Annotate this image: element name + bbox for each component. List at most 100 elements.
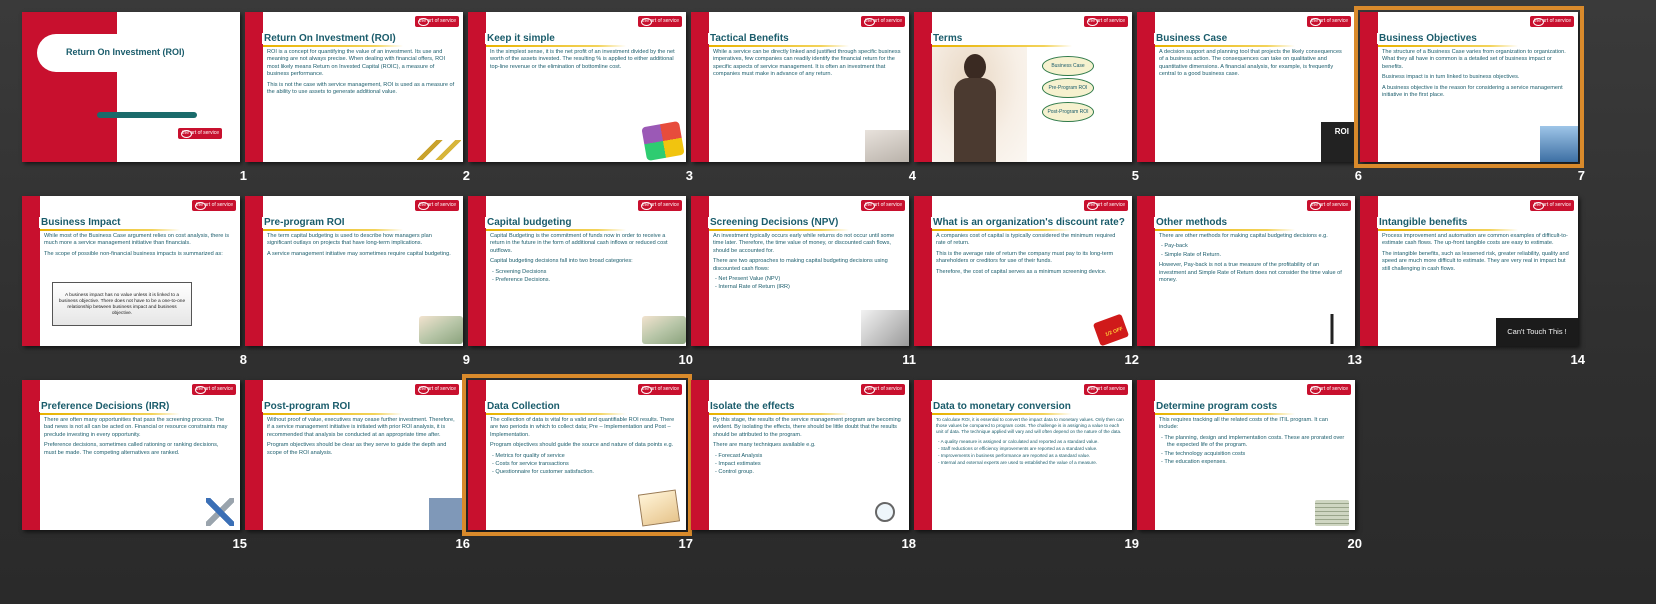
bullet-list: Metrics for quality of serviceCosts for … <box>490 453 678 477</box>
body-paragraph: A service management initiative may some… <box>267 250 451 257</box>
slide-body: Capital Budgeting is the commitment of f… <box>490 233 678 285</box>
bullet-item: Internal and external experts are used t… <box>941 460 1124 466</box>
woman-figure-body <box>954 78 996 162</box>
slide-thumbnail-4[interactable]: the art of service Tactical Benefits While… <box>691 12 909 162</box>
title-underline <box>1378 45 1518 47</box>
body-paragraph: A companies cost of capital is typically… <box>936 233 1116 247</box>
bullet-item: Pay-back <box>1164 243 1347 250</box>
slide-thumbnail-12[interactable]: the art of service What is an organizatio… <box>914 196 1132 346</box>
slide-thumbnail-18[interactable]: the art of service Isolate the effects By … <box>691 380 909 530</box>
slide-thumbnail-19[interactable]: the art of service Data to monetary conve… <box>914 380 1132 530</box>
slide-thumbnail-17[interactable]: the art of service Data Collection The col… <box>462 374 692 536</box>
office-building-picture <box>1540 126 1578 162</box>
slide-title: Return On Investment (ROI) <box>66 47 185 57</box>
bullet-list: Pay-back Simple Rate of Return. <box>1159 243 1347 259</box>
logo: the art of service <box>415 200 459 211</box>
roi-badge-text: ROI <box>1334 127 1349 136</box>
slide-body: Process improvement and automation are c… <box>1382 233 1570 276</box>
body-paragraph: The intangible benefits, such as lessene… <box>1382 250 1569 272</box>
title-underline <box>40 229 180 231</box>
bullet-item: Simple Rate of Return. <box>1164 252 1347 259</box>
puzzle-picture <box>641 120 685 162</box>
slide-number: 1 <box>239 168 247 183</box>
slide-red-sidebar <box>468 12 486 162</box>
slide-thumbnail-5[interactable]: the art of service Terms Business Case Pre-… <box>914 12 1132 162</box>
logo: the art of service <box>1307 16 1351 27</box>
slide-thumbnail-7[interactable]: the art of service Business Objectives The… <box>1354 6 1584 168</box>
slide-thumbnail-9[interactable]: the art of service Pre-program ROI The ter… <box>245 196 463 346</box>
slide-number: 17 <box>678 536 693 551</box>
slide-number: 10 <box>678 352 693 367</box>
slide-red-sidebar <box>1137 196 1155 346</box>
slide-thumbnail-6[interactable]: the art of service Business Case A decisio… <box>1137 12 1355 162</box>
slide-cell: the art of service Post-program ROI Withou… <box>245 380 470 555</box>
body-paragraph: There are many techniques available e.g. <box>713 442 816 449</box>
slide-thumbnail-2[interactable]: the art of service Return On Investment (… <box>245 12 463 162</box>
bullet-list: Screening DecisionsPreference Decisions. <box>490 269 678 285</box>
slide-title: Post-program ROI <box>262 401 353 412</box>
slide-number: 12 <box>1124 352 1139 367</box>
slide-cell: the art of service Terms Business Case Pre-… <box>914 12 1139 187</box>
body-paragraph: Without proof of value, executives may c… <box>267 417 455 438</box>
body-paragraph: The structure of a Business Case varies … <box>1382 49 1566 70</box>
body-paragraph: There are other methods for making capit… <box>1159 233 1328 239</box>
slide-title: Other methods <box>1154 217 1230 228</box>
logo: the art of service <box>192 384 236 395</box>
slide-cell: the art of service Isolate the effects By … <box>691 380 916 555</box>
body-paragraph: The collection of data is vital for a va… <box>490 417 675 438</box>
title-underline <box>932 413 1072 415</box>
body-paragraph: Program objectives should be clear as th… <box>267 442 447 456</box>
logo: the art of service <box>1084 384 1128 395</box>
term-bubble: Business Case <box>1042 56 1094 76</box>
slide-thumbnail-14[interactable]: the art of service Intangible benefits Pro… <box>1360 196 1578 346</box>
title-underline <box>486 229 626 231</box>
title-underline <box>1155 45 1295 47</box>
slide-red-sidebar <box>468 196 486 346</box>
slide-red-sidebar <box>1360 196 1378 346</box>
slide-thumbnail-16[interactable]: the art of service Post-program ROI Withou… <box>245 380 463 530</box>
slide-title: Business Objectives <box>1377 33 1479 44</box>
slide-cell: the art of service Data Collection The col… <box>462 374 693 555</box>
body-paragraph: This requires tracking all the related c… <box>1159 417 1328 431</box>
slide-title: Isolate the effects <box>708 401 797 412</box>
bullet-item: A quality measure is assigned or calcula… <box>941 439 1124 445</box>
slide-thumbnail-11[interactable]: the art of service Screening Decisions (N… <box>691 196 909 346</box>
bullet-item: Screening Decisions <box>495 269 678 276</box>
bullet-item: The planning, design and implementation … <box>1164 435 1347 450</box>
slide-body: This requires tracking all the related c… <box>1159 417 1347 467</box>
slide-thumbnail-10[interactable]: the art of service Capital budgeting Capit… <box>468 196 686 346</box>
bullet-list: The planning, design and implementation … <box>1159 435 1347 467</box>
title-underline <box>486 413 626 415</box>
slide-body: There are often many opportunities that … <box>44 417 232 460</box>
bullet-list: Forecast AnalysisImpact estimatesControl… <box>713 453 901 477</box>
slide-number: 3 <box>685 168 693 183</box>
slide-thumbnail-8[interactable]: the art of service Business Impact While m… <box>22 196 240 346</box>
slide-thumbnail-15[interactable]: the art of service Preference Decisions (… <box>22 380 240 530</box>
bullet-item: Internal Rate of Return (IRR) <box>718 284 901 291</box>
body-paragraph: Capital Budgeting is the commitment of f… <box>490 233 668 254</box>
slide-red-sidebar <box>1360 12 1378 162</box>
slide-red-sidebar <box>691 380 709 530</box>
slide-red-sidebar <box>1137 380 1155 530</box>
slide-red-sidebar <box>914 12 932 162</box>
slide-number: 9 <box>462 352 470 367</box>
slide-red-sidebar <box>245 196 263 346</box>
slide-thumbnail-20[interactable]: the art of service Determine program cost… <box>1137 380 1355 530</box>
slide-cell: the art of service Tactical Benefits While… <box>691 12 916 187</box>
title-underline <box>1155 229 1295 231</box>
slide-number: 6 <box>1354 168 1362 183</box>
questionnaire-picture <box>637 489 681 527</box>
bullet-item: Forecast Analysis <box>718 453 901 460</box>
slide-thumbnail-13[interactable]: the art of service Other methods There are… <box>1137 196 1355 346</box>
slide-body: A decision support and planning tool tha… <box>1159 49 1347 82</box>
slide-thumbnail-3[interactable]: the art of service Keep it simple In the s… <box>468 12 686 162</box>
money-stack-picture <box>1315 500 1349 526</box>
slide-red-sidebar <box>245 380 263 530</box>
slide-cell: the art of service Capital budgeting Capit… <box>468 196 693 371</box>
slide-body: While a service can be directly linked a… <box>713 49 901 82</box>
bullet-list: A quality measure is assigned or calcula… <box>936 439 1124 467</box>
slide-thumbnail-1[interactable]: Return On Investment (ROI) the art of ser… <box>22 12 240 162</box>
slide-red-sidebar <box>691 196 709 346</box>
slide-body: ROI is a concept for quantifying the val… <box>267 49 455 99</box>
slide-cell: the art of service Business Impact While m… <box>22 196 247 371</box>
